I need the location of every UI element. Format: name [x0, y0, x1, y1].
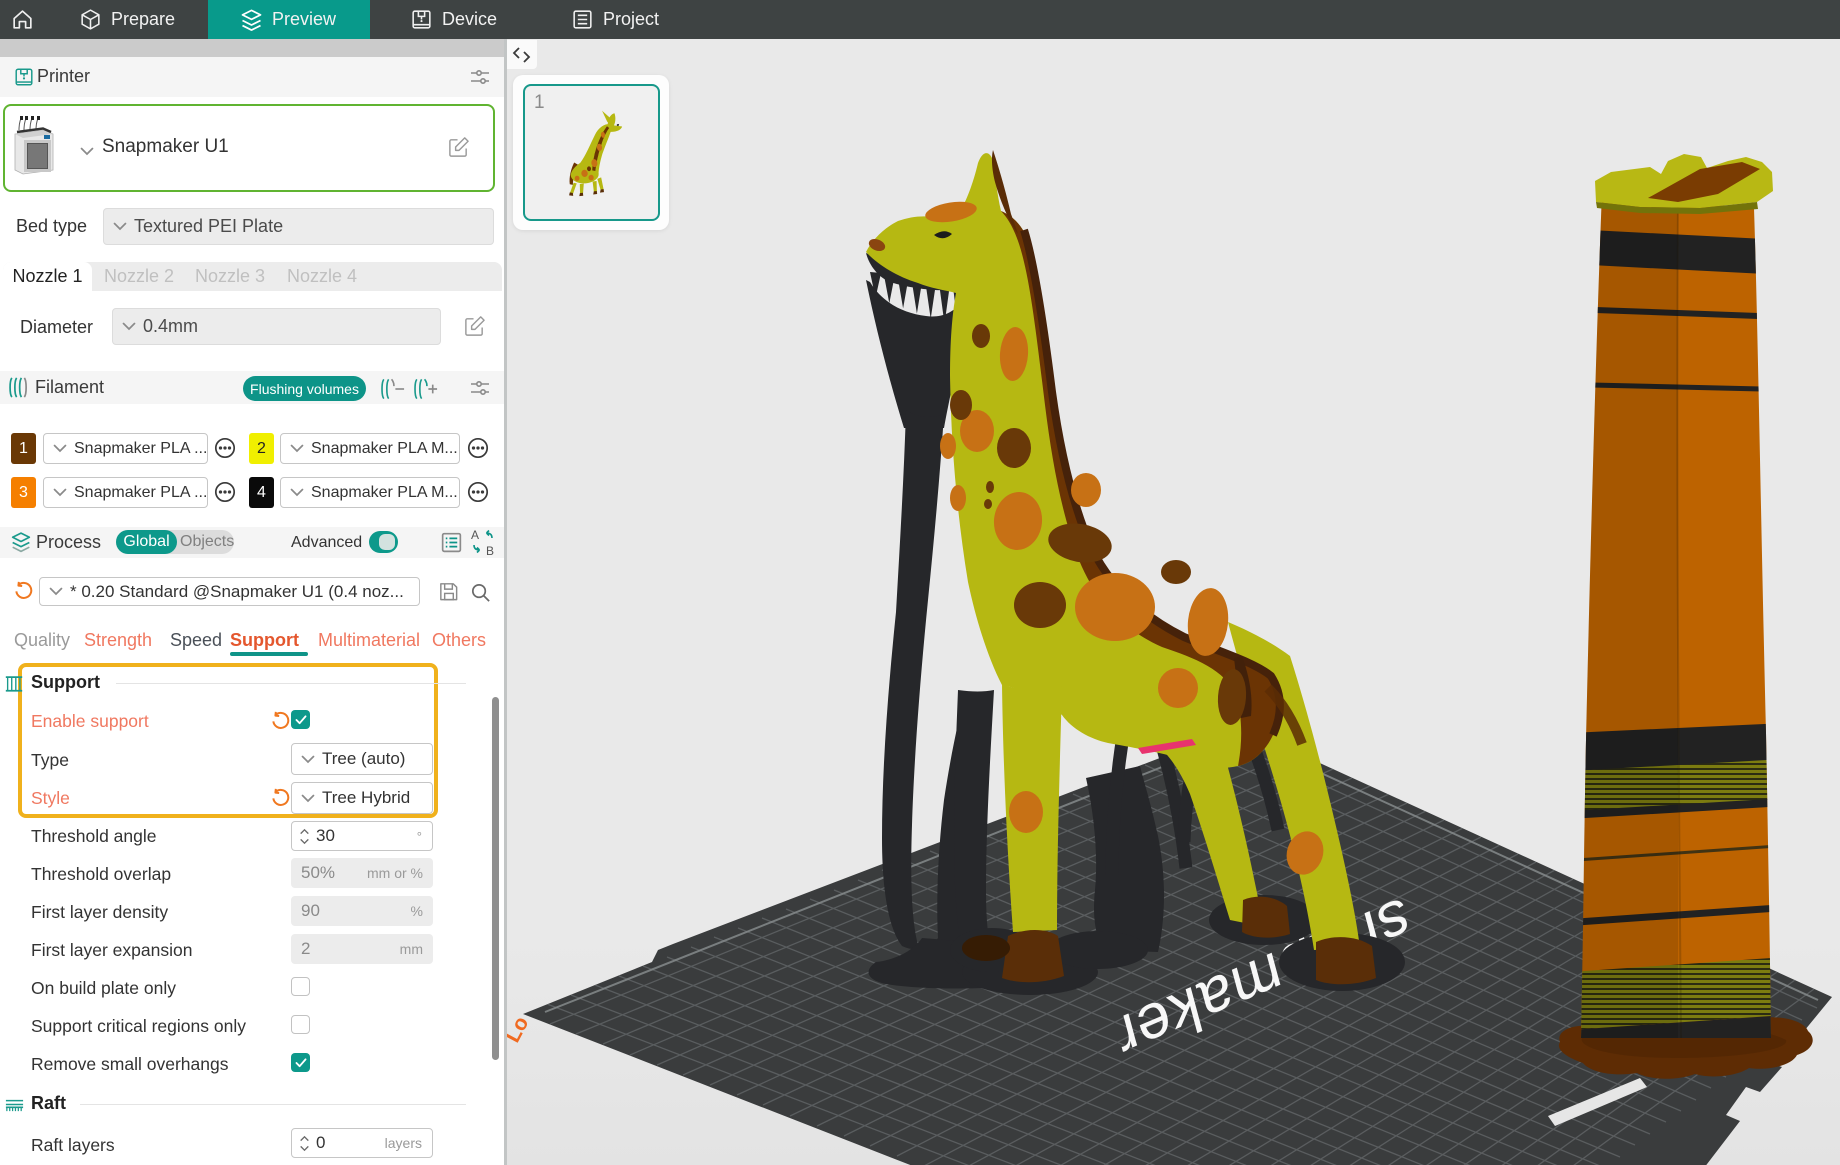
svg-text:B: B [486, 544, 494, 556]
svg-text:A: A [471, 528, 479, 542]
